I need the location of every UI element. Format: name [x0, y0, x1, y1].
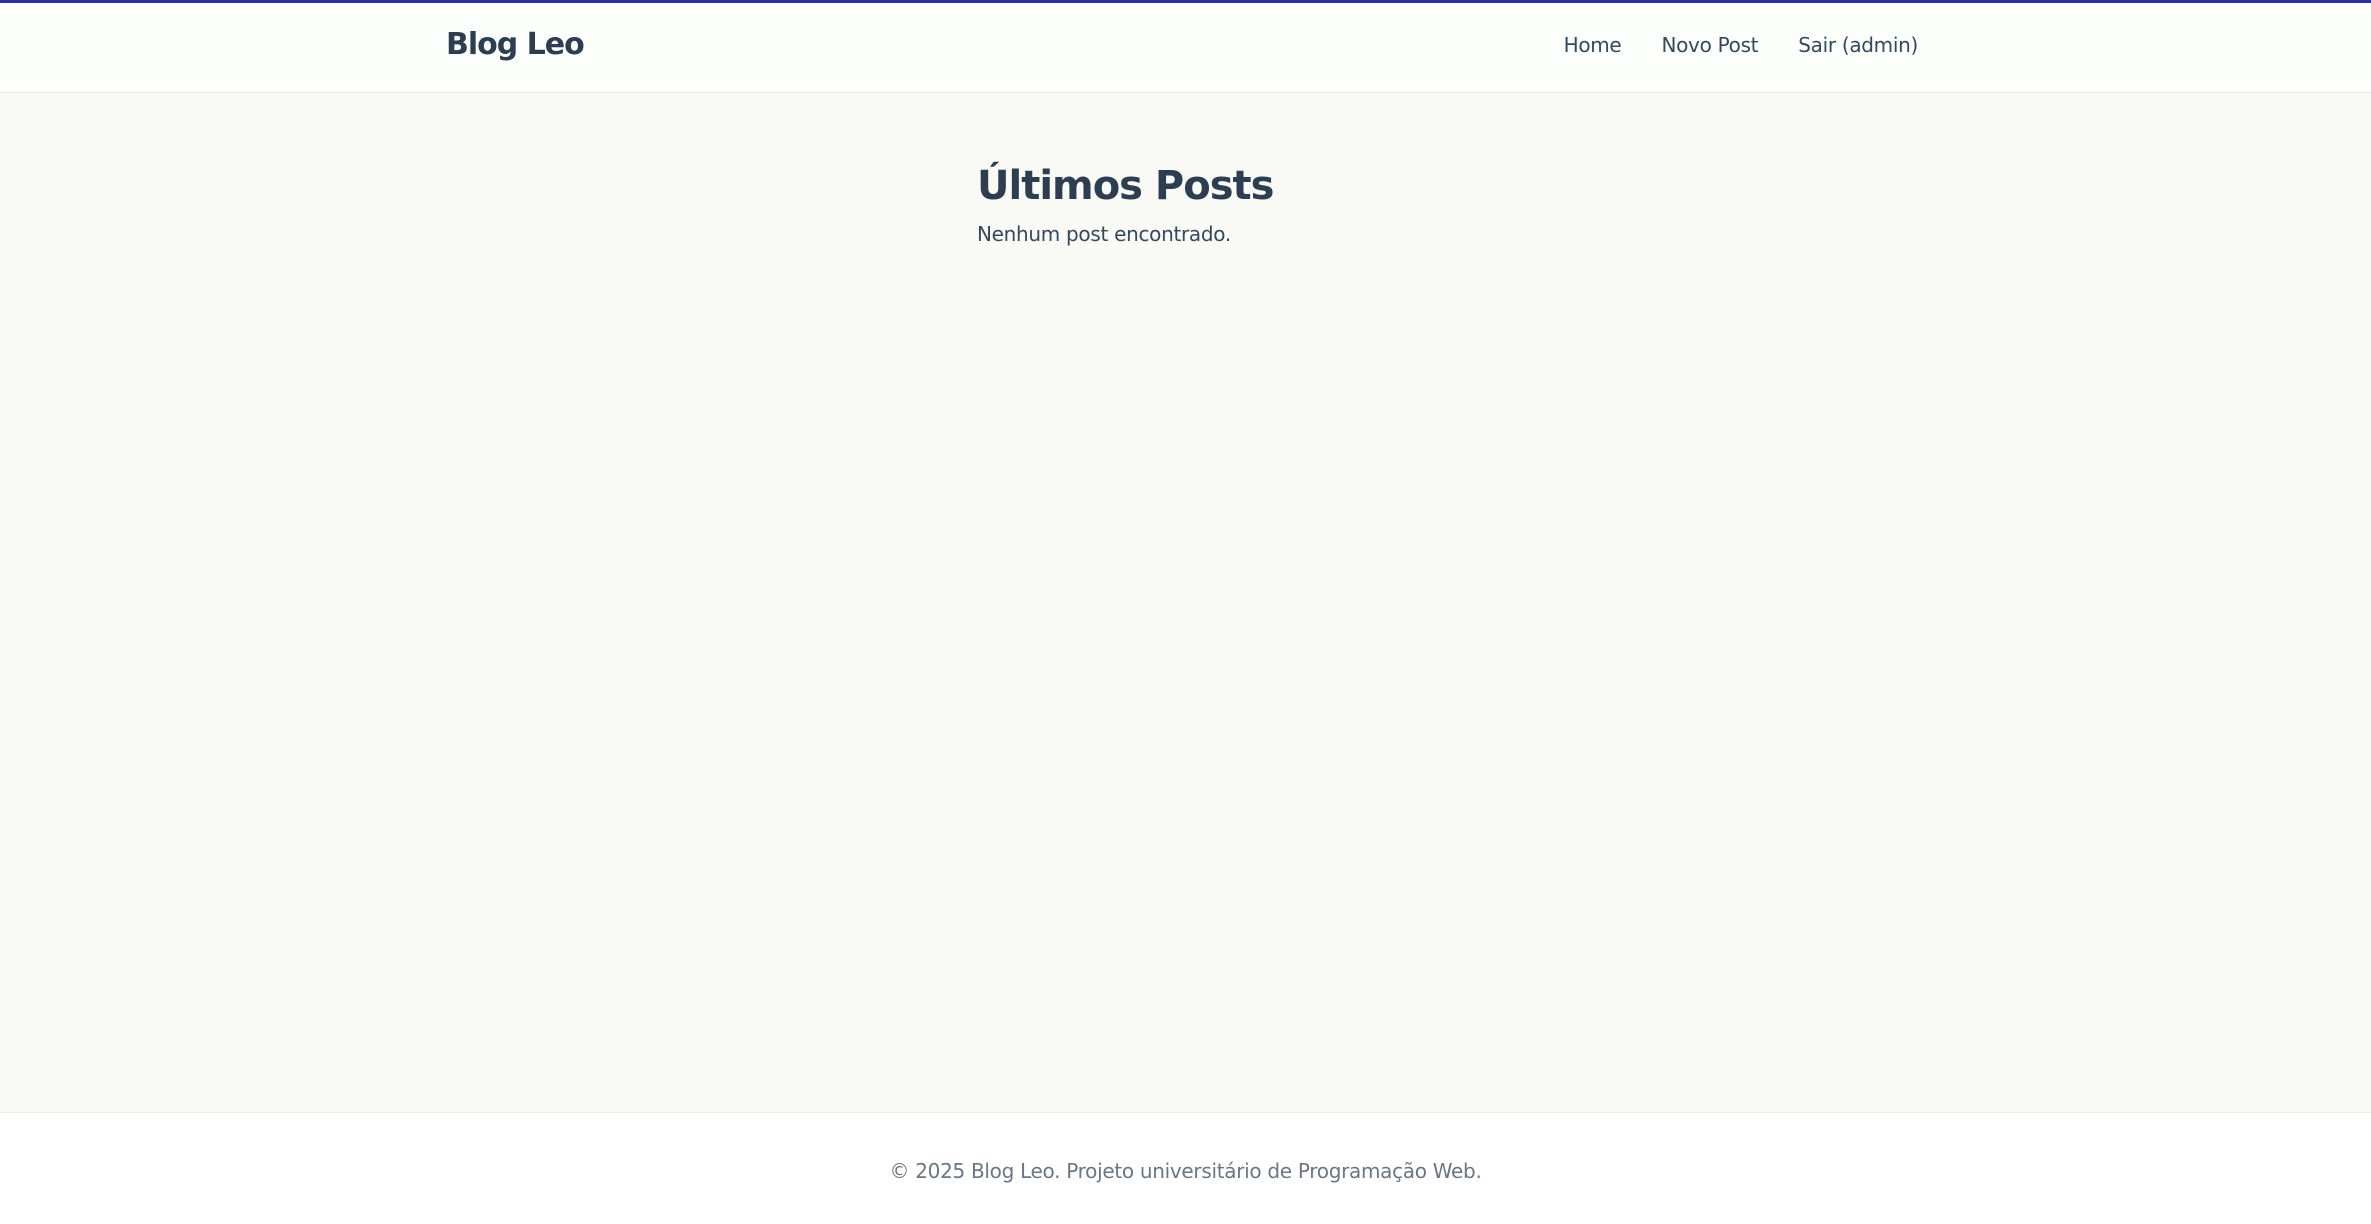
- site-footer: © 2025 Blog Leo. Projeto universitário d…: [0, 1112, 2371, 1224]
- main-nav: Home Novo Post Sair (admin): [1564, 31, 1919, 59]
- nav-new-post-link[interactable]: Novo Post: [1661, 31, 1758, 59]
- nav-logout-link[interactable]: Sair (admin): [1798, 31, 1918, 59]
- empty-posts-message: Nenhum post encontrado.: [977, 222, 1231, 246]
- main-content: Últimos Posts Nenhum post encontrado.: [977, 160, 1274, 248]
- footer-copyright: © 2025 Blog Leo. Projeto universitário d…: [889, 1159, 1482, 1183]
- site-header: Blog Leo Home Novo Post Sair (admin): [0, 3, 2371, 93]
- site-logo[interactable]: Blog Leo: [446, 25, 585, 65]
- nav-home-link[interactable]: Home: [1564, 31, 1622, 59]
- page-title: Últimos Posts: [977, 163, 1274, 209]
